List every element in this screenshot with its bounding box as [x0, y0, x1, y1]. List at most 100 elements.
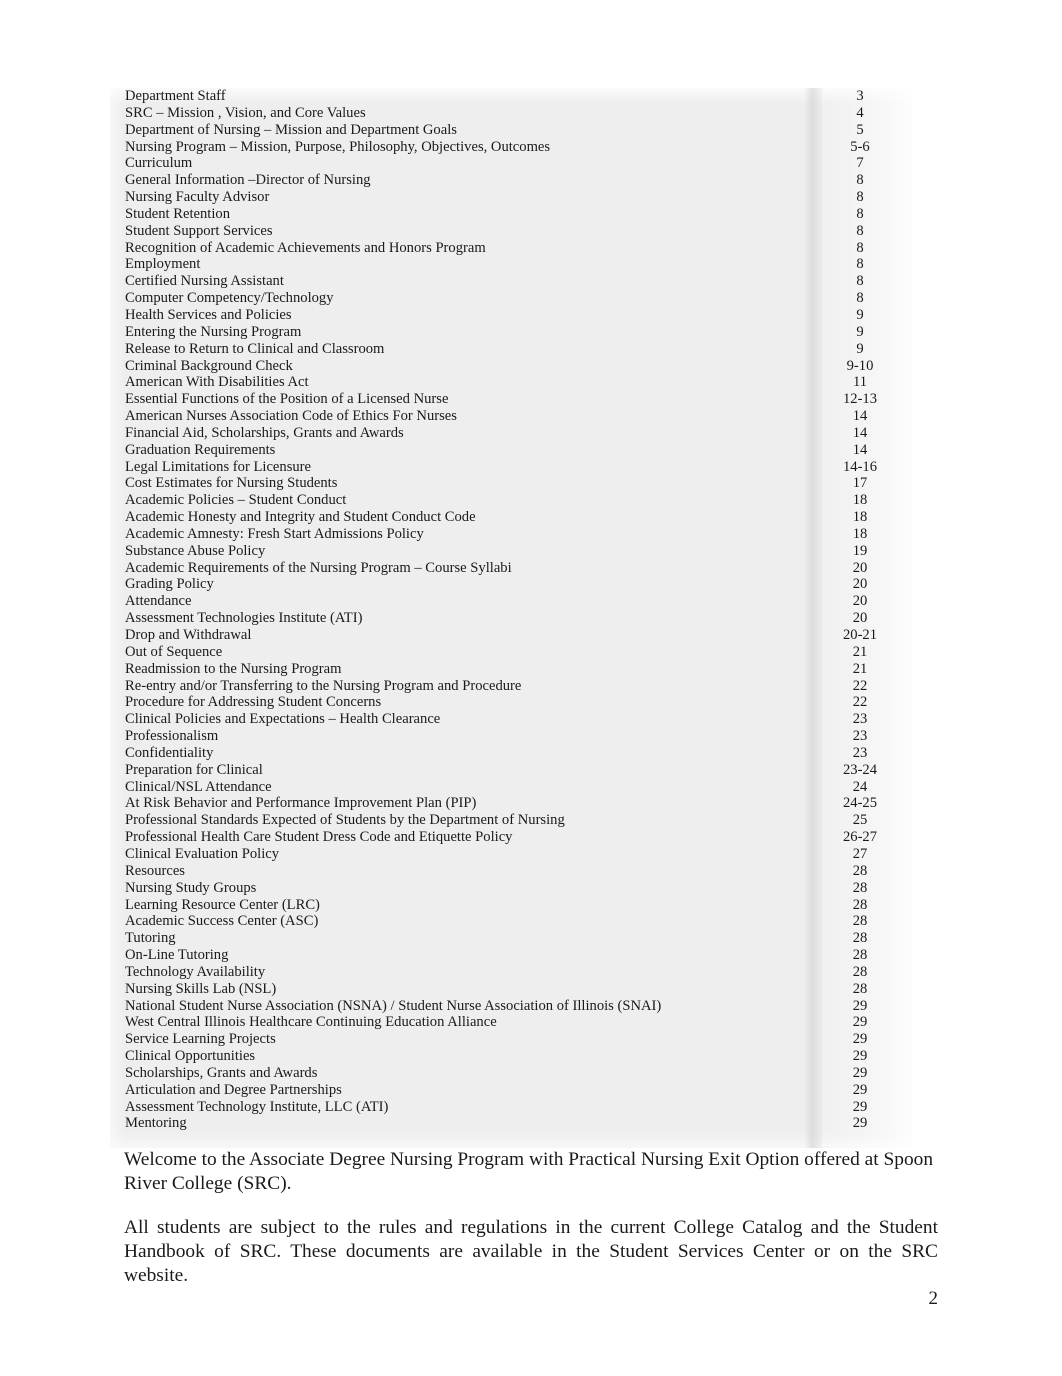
toc-entry[interactable]: Re-entry and/or Transferring to the Nurs… — [110, 678, 912, 695]
toc-entry-page-number: 11 — [852, 374, 868, 391]
toc-entry-title: National Student Nurse Association (NSNA… — [125, 997, 662, 1014]
toc-entry-title: Academic Success Center (ASC) — [125, 913, 319, 930]
toc-entry[interactable]: American Nurses Association Code of Ethi… — [110, 408, 912, 425]
toc-entry[interactable]: Procedure for Addressing Student Concern… — [110, 694, 912, 711]
toc-entry-title: Clinical Evaluation Policy — [125, 845, 280, 862]
toc-entry[interactable]: Technology Availability 28 — [110, 964, 912, 981]
toc-entry[interactable]: Articulation and Degree Partnerships 29 — [110, 1082, 912, 1099]
toc-entry[interactable]: Student Support Services 8 — [110, 223, 912, 240]
toc-entry[interactable]: Nursing Study Groups 28 — [110, 880, 912, 897]
toc-entry-title: Legal Limitations for Licensure — [125, 458, 312, 475]
toc-entry[interactable]: Academic Requirements of the Nursing Pro… — [110, 560, 912, 577]
toc-entry-title: Nursing Faculty Advisor — [125, 189, 270, 206]
toc-entry[interactable]: On-Line Tutoring 28 — [110, 947, 912, 964]
toc-entry-page-number: 23 — [852, 711, 868, 728]
toc-entry[interactable]: Computer Competency/Technology 8 — [110, 290, 912, 307]
toc-entry[interactable]: Grading Policy 20 — [110, 576, 912, 593]
toc-entry[interactable]: Confidentiality 23 — [110, 745, 912, 762]
toc-entry[interactable]: American With Disabilities Act 11 — [110, 374, 912, 391]
toc-entry-page-number: 3 — [856, 88, 864, 104]
toc-entry[interactable]: Clinical Opportunities 29 — [110, 1048, 912, 1065]
toc-entry-page-number: 28 — [852, 879, 868, 896]
toc-entry-page-number: 19 — [852, 542, 868, 559]
toc-entry[interactable]: Assessment Technologies Institute (ATI) 2… — [110, 610, 912, 627]
toc-entry-page-number: 8 — [856, 273, 864, 290]
toc-entry[interactable]: Clinical Policies and Expectations – Hea… — [110, 711, 912, 728]
toc-entry-page-number: 8 — [856, 256, 864, 273]
toc-entry[interactable]: Nursing Skills Lab (NSL) 28 — [110, 981, 912, 998]
toc-entry[interactable]: Substance Abuse Policy 19 — [110, 543, 912, 560]
toc-entry[interactable]: Academic Success Center (ASC) 28 — [110, 913, 912, 930]
toc-entry[interactable]: Mentoring 29 — [110, 1115, 912, 1132]
toc-entry[interactable]: Attendance 20 — [110, 593, 912, 610]
toc-entry[interactable]: Academic Amnesty: Fresh Start Admissions… — [110, 526, 912, 543]
toc-entry-page-number: 5 — [856, 121, 864, 138]
toc-entry[interactable]: Readmission to the Nursing Program 21 — [110, 661, 912, 678]
toc-entry[interactable]: Legal Limitations for Licensure 14-16 — [110, 459, 912, 476]
toc-entry[interactable]: Cost Estimates for Nursing Students 17 — [110, 475, 912, 492]
toc-entry[interactable]: Professionalism 23 — [110, 728, 912, 745]
toc-entry[interactable]: Entering the Nursing Program 9 — [110, 324, 912, 341]
toc-entry-page-number: 8 — [856, 239, 864, 256]
toc-entry-page-number: 29 — [852, 1048, 868, 1065]
toc-entry-page-number: 7 — [856, 155, 864, 172]
toc-entry[interactable]: Out of Sequence 21 — [110, 644, 912, 661]
toc-entry[interactable]: Professional Health Care Student Dress C… — [110, 829, 912, 846]
toc-entry[interactable]: West Central Illinois Healthcare Continu… — [110, 1014, 912, 1031]
toc-entry-title: At Risk Behavior and Performance Improve… — [125, 795, 477, 812]
toc-entry-title: Re-entry and/or Transferring to the Nurs… — [125, 677, 522, 694]
toc-entry-page-number: 29 — [852, 1014, 868, 1031]
toc-entry[interactable]: Learning Resource Center (LRC) 28 — [110, 897, 912, 914]
toc-entry[interactable]: Criminal Background Check 9-10 — [110, 358, 912, 375]
toc-entry[interactable]: Nursing Faculty Advisor 8 — [110, 189, 912, 206]
toc-entry-title: Scholarships, Grants and Awards — [125, 1064, 318, 1081]
toc-entry[interactable]: Nursing Program – Mission, Purpose, Phil… — [110, 139, 912, 156]
toc-entry[interactable]: Professional Standards Expected of Stude… — [110, 812, 912, 829]
toc-entry-page-number: 22 — [852, 694, 868, 711]
toc-entry-title: Academic Requirements of the Nursing Pro… — [125, 559, 512, 576]
toc-entry[interactable]: Preparation for Clinical 23-24 — [110, 762, 912, 779]
toc-entry[interactable]: Employment 8 — [110, 256, 912, 273]
toc-entry[interactable]: Graduation Requirements 14 — [110, 442, 912, 459]
toc-entry-page-number: 9 — [856, 340, 864, 357]
toc-entry[interactable]: Recognition of Academic Achievements and… — [110, 240, 912, 257]
toc-entry[interactable]: National Student Nurse Association (NSNA… — [110, 998, 912, 1015]
toc-entry[interactable]: Essential Functions of the Position of a… — [110, 391, 912, 408]
toc-entry-page-number: 29 — [852, 1115, 868, 1132]
toc-entry[interactable]: Department Staff 3 — [110, 88, 912, 105]
toc-entry-title: Student Support Services — [125, 222, 273, 239]
toc-entry-title: Assessment Technologies Institute (ATI) — [125, 610, 363, 627]
toc-entry-page-number: 29 — [852, 1064, 868, 1081]
toc-entry[interactable]: Clinical Evaluation Policy 27 — [110, 846, 912, 863]
toc-entry[interactable]: Scholarships, Grants and Awards 29 — [110, 1065, 912, 1082]
toc-entry[interactable]: Student Retention 8 — [110, 206, 912, 223]
toc-entry[interactable]: Resources 28 — [110, 863, 912, 880]
toc-entry-page-number: 14 — [852, 424, 868, 441]
toc-entry[interactable]: Academic Honesty and Integrity and Stude… — [110, 509, 912, 526]
toc-entry-title: Student Retention — [125, 205, 230, 222]
toc-entry-page-number: 28 — [852, 980, 868, 997]
toc-entry[interactable]: At Risk Behavior and Performance Improve… — [110, 795, 912, 812]
toc-entry[interactable]: Academic Policies – Student Conduct 18 — [110, 492, 912, 509]
toc-entry-page-number: 23 — [852, 728, 868, 745]
toc-entry[interactable]: Release to Return to Clinical and Classr… — [110, 341, 912, 358]
toc-entry[interactable]: Drop and Withdrawal 20-21 — [110, 627, 912, 644]
toc-entry[interactable]: Curriculum 7 — [110, 155, 912, 172]
toc-entry[interactable]: Tutoring 28 — [110, 930, 912, 947]
toc-entry-title: Department of Nursing – Mission and Depa… — [125, 121, 457, 138]
toc-entry-title: Clinical/NSL Attendance — [125, 778, 272, 795]
toc-entry-page-number: 21 — [852, 643, 868, 660]
toc-entry[interactable]: Clinical/NSL Attendance 24 — [110, 779, 912, 796]
toc-entry[interactable]: Service Learning Projects 29 — [110, 1031, 912, 1048]
toc-entry-page-number: 8 — [856, 172, 864, 189]
toc-entry-title: Financial Aid, Scholarships, Grants and … — [125, 424, 404, 441]
toc-entry-page-number: 8 — [856, 290, 864, 307]
toc-entry[interactable]: Financial Aid, Scholarships, Grants and … — [110, 425, 912, 442]
toc-entry[interactable]: Health Services and Policies 9 — [110, 307, 912, 324]
toc-entry[interactable]: Certified Nursing Assistant 8 — [110, 273, 912, 290]
toc-entry[interactable]: Assessment Technology Institute, LLC (AT… — [110, 1099, 912, 1116]
toc-entry[interactable]: General Information –Director of Nursing… — [110, 172, 912, 189]
toc-entry-page-number: 20 — [852, 593, 868, 610]
toc-entry[interactable]: Department of Nursing – Mission and Depa… — [110, 122, 912, 139]
toc-entry[interactable]: SRC – Mission , Vision, and Core Values 4 — [110, 105, 912, 122]
